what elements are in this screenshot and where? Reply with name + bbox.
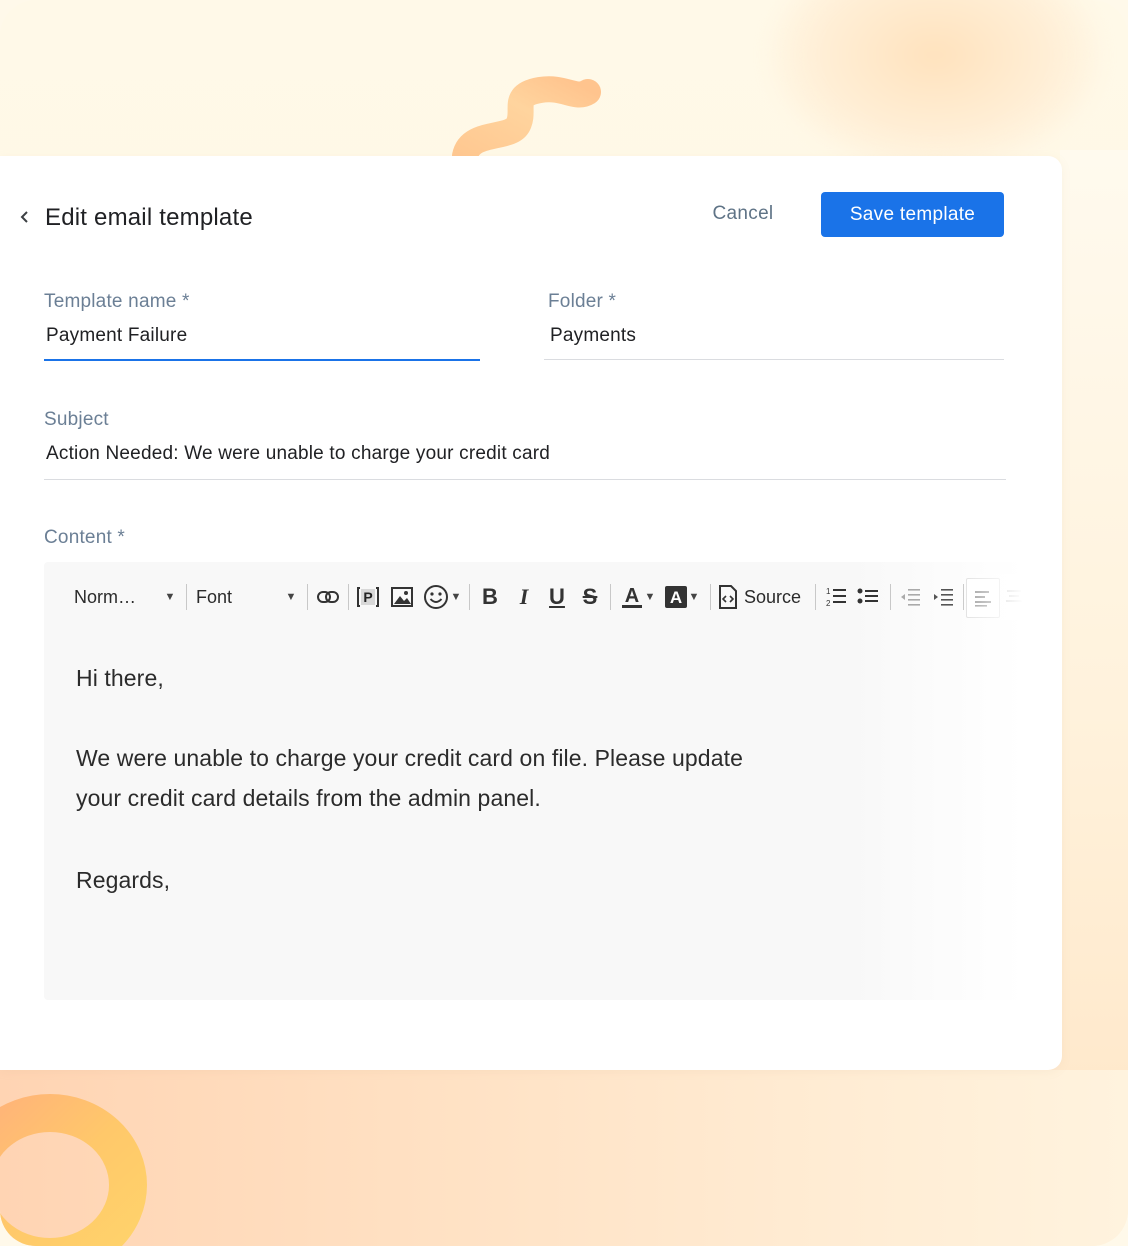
decorative-ring-icon xyxy=(0,1094,147,1246)
italic-icon: I xyxy=(519,584,529,609)
content-paragraph-line-2: your credit card details from the admin … xyxy=(76,785,541,811)
background-color-icon: A xyxy=(664,586,687,608)
placeholder-icon: P xyxy=(357,587,379,607)
emoji-button[interactable]: ▼ xyxy=(422,574,462,620)
folder-select[interactable]: Payments xyxy=(550,325,636,347)
font-dropdown-arrow-icon[interactable]: ▼ xyxy=(281,574,297,620)
numbered-list-icon: 1 2 xyxy=(826,587,846,608)
toolbar-separator xyxy=(469,584,470,610)
decorative-squiggle-icon xyxy=(452,76,601,160)
toolbar-fade xyxy=(960,574,1030,620)
image-icon xyxy=(391,587,413,607)
bulleted-list-button[interactable] xyxy=(854,574,882,620)
toolbar-separator xyxy=(890,584,891,610)
page-title: Edit email template xyxy=(45,204,253,231)
editor-toolbar: Norm… ▼ Font ▼ P ▼ B I U S A ▼ A ▼ Sourc… xyxy=(44,574,1034,620)
bulleted-list-icon xyxy=(857,588,878,604)
content-closing: Regards, xyxy=(76,867,171,893)
toolbar-separator xyxy=(186,584,187,610)
toolbar-separator xyxy=(348,584,349,610)
decorative-bottom-wash xyxy=(0,1070,1128,1246)
subject-label: Subject xyxy=(44,409,109,430)
decrease-indent-button[interactable] xyxy=(896,574,924,620)
svg-text:P: P xyxy=(363,589,372,605)
toolbar-separator xyxy=(307,584,308,610)
subject-input[interactable]: Action Needed: We were unable to charge … xyxy=(46,443,550,465)
svg-text:A: A xyxy=(624,585,638,607)
font-select-label: Font xyxy=(196,586,233,607)
svg-text:A: A xyxy=(669,588,681,607)
image-button[interactable] xyxy=(388,574,416,620)
placeholder-button[interactable]: P xyxy=(354,574,382,620)
chevron-left-icon xyxy=(20,211,28,223)
text-color-button[interactable]: A ▼ xyxy=(618,574,658,620)
strikethrough-icon: S xyxy=(582,584,598,609)
content-label: Content * xyxy=(44,527,126,548)
link-icon xyxy=(317,591,339,603)
toolbar-separator xyxy=(610,584,611,610)
subject-underline xyxy=(44,479,1006,480)
decrease-indent-icon xyxy=(901,589,920,606)
toolbar-separator xyxy=(710,584,711,610)
template-name-input[interactable]: Payment Failure xyxy=(46,325,187,347)
bold-button[interactable]: B xyxy=(476,574,504,620)
emoji-icon xyxy=(423,585,448,609)
save-template-button[interactable]: Save template xyxy=(821,192,1004,237)
svg-text:2: 2 xyxy=(826,599,831,608)
numbered-list-button[interactable]: 1 2 xyxy=(822,574,850,620)
bold-icon: B xyxy=(482,584,498,609)
text-color-icon: A xyxy=(621,585,642,608)
svg-text:1: 1 xyxy=(826,587,831,596)
source-button[interactable]: Source xyxy=(718,574,810,620)
decorative-blob xyxy=(770,0,1100,170)
source-label: Source xyxy=(744,586,802,607)
underline-icon: U xyxy=(549,584,565,609)
link-button[interactable] xyxy=(314,574,342,620)
decorative-wash xyxy=(1060,150,1128,1080)
cancel-button[interactable]: Cancel xyxy=(692,192,794,236)
increase-indent-button[interactable] xyxy=(929,574,957,620)
format-select-label: Norm… xyxy=(74,586,136,607)
underline-button[interactable]: U xyxy=(543,574,571,620)
increase-indent-icon xyxy=(934,589,953,606)
folder-underline xyxy=(544,359,1004,360)
background-color-button[interactable]: A ▼ xyxy=(662,574,702,620)
template-name-label: Template name * xyxy=(44,291,190,312)
folder-label: Folder * xyxy=(548,291,617,312)
strikethrough-button[interactable]: S xyxy=(576,574,604,620)
format-dropdown-arrow-icon[interactable]: ▼ xyxy=(160,574,176,620)
template-name-underline xyxy=(44,359,480,361)
content-paragraph-line-1: We were unable to charge your credit car… xyxy=(76,745,743,771)
back-button[interactable] xyxy=(18,207,34,227)
content-greeting: Hi there, xyxy=(76,665,164,691)
toolbar-separator xyxy=(815,584,816,610)
italic-button[interactable]: I xyxy=(510,574,538,620)
source-icon xyxy=(719,585,737,609)
